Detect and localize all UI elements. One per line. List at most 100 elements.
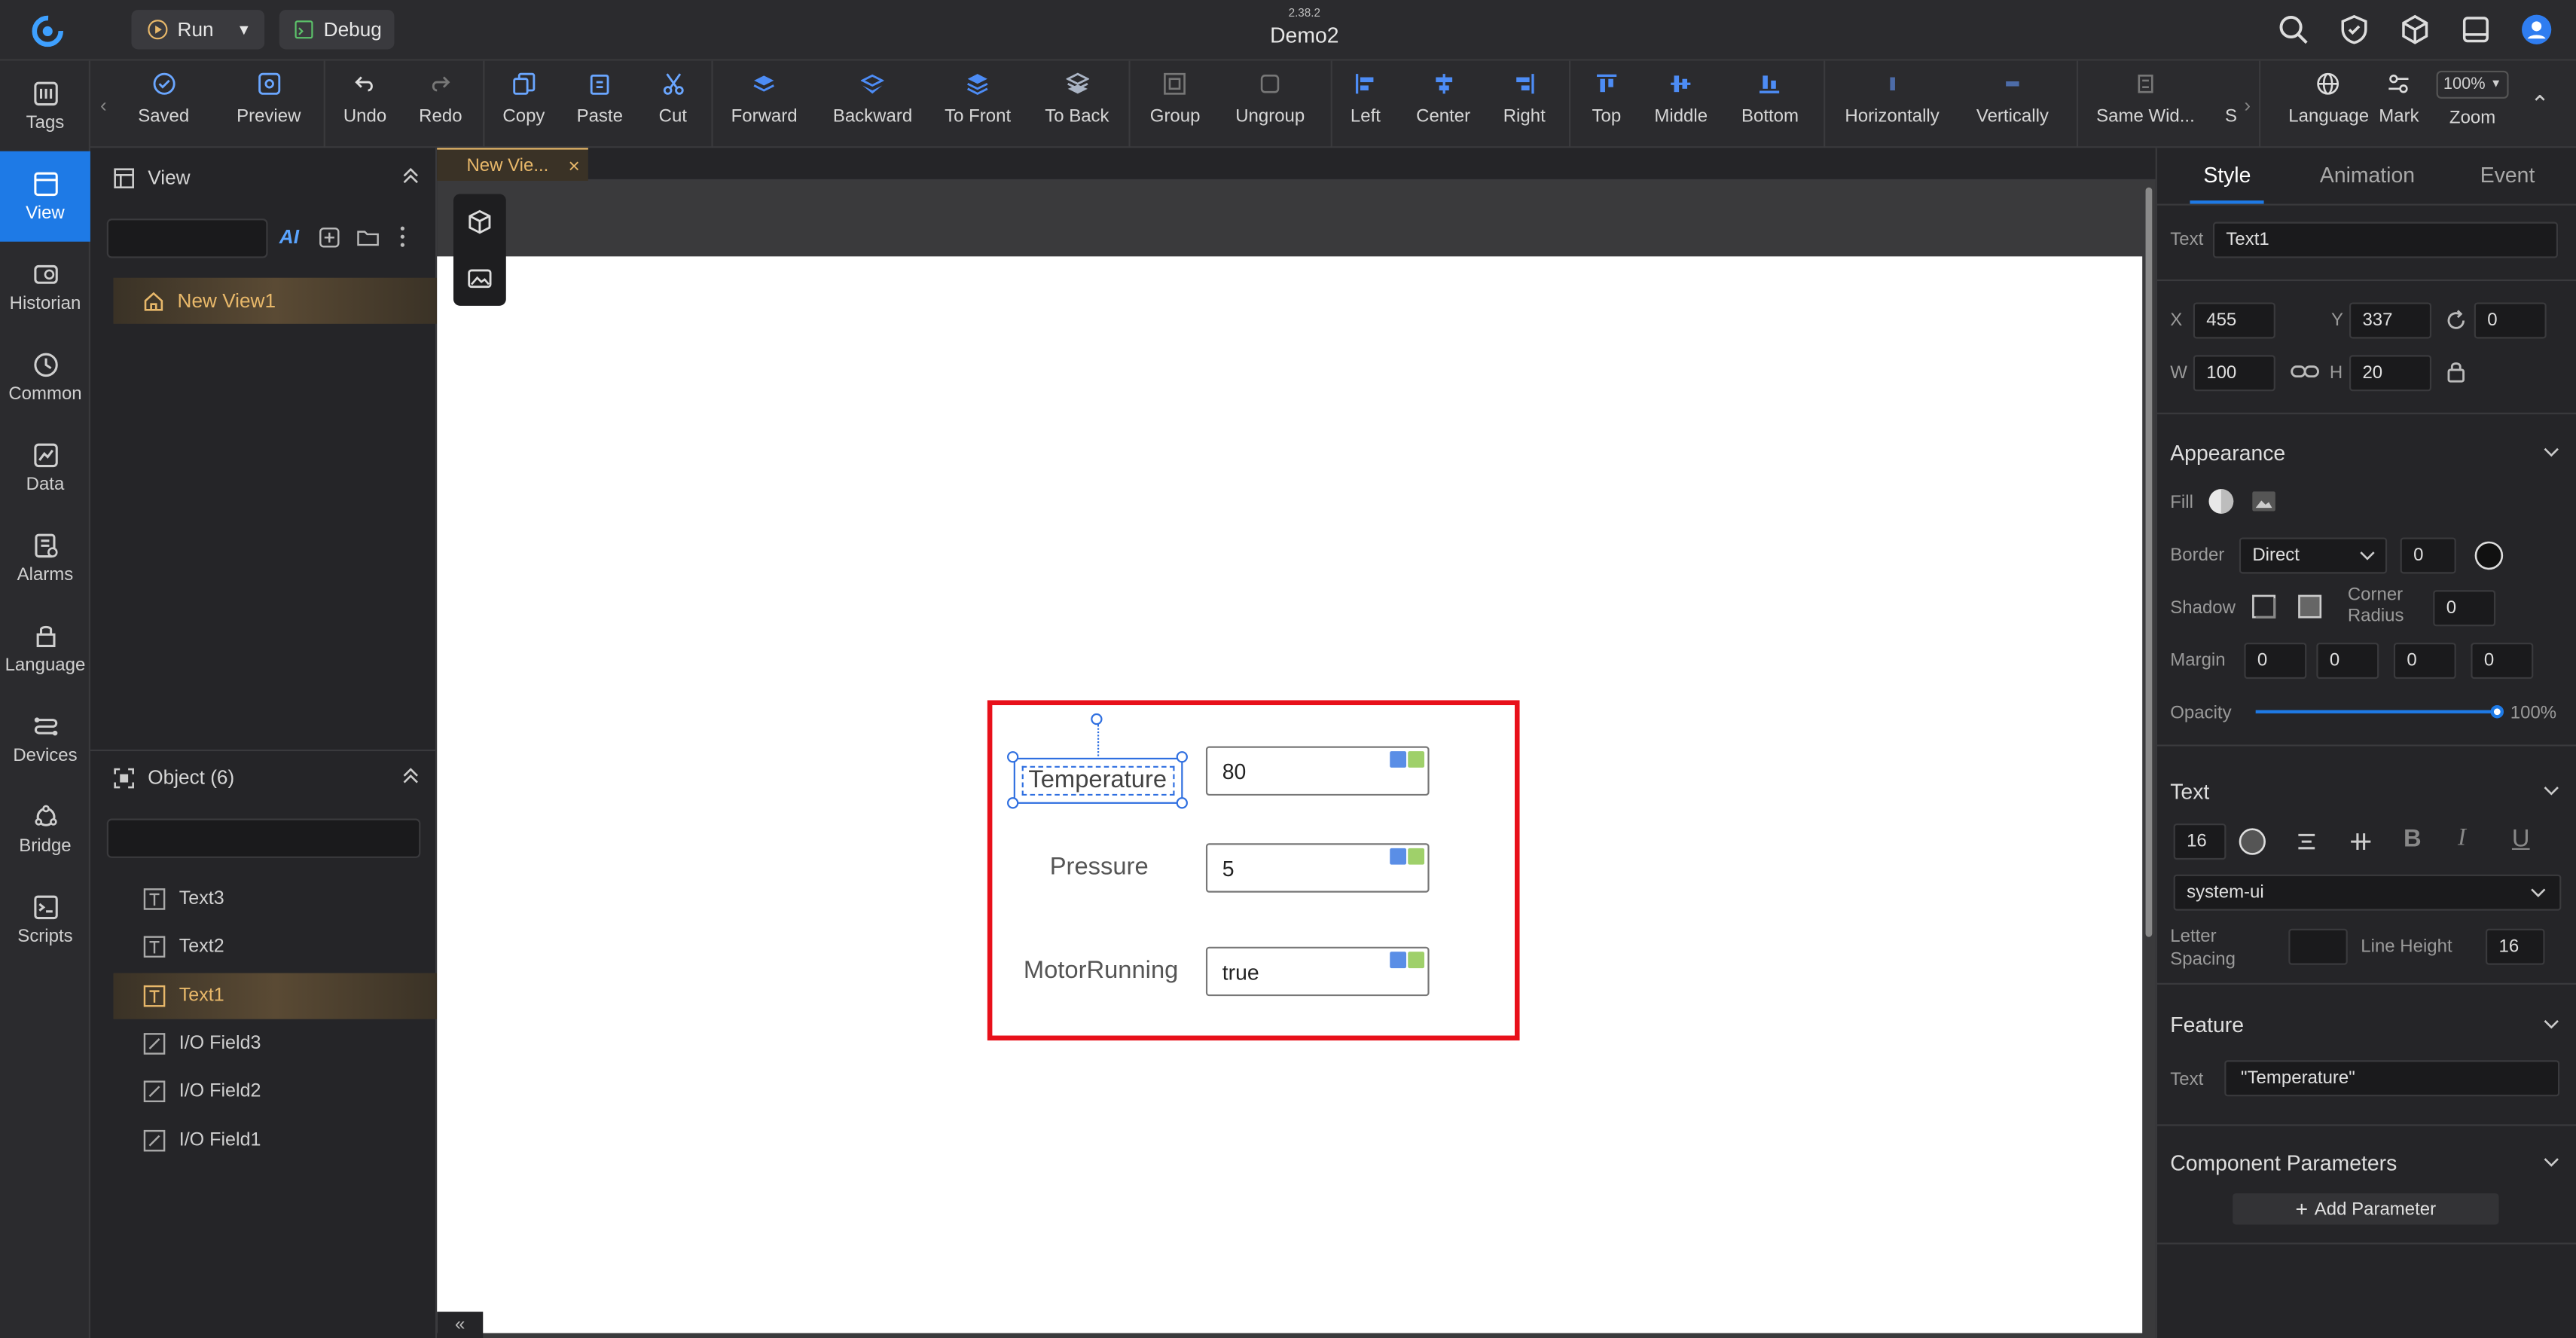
opacity-slider-handle[interactable]: [2490, 705, 2504, 719]
tree-item-new-view1[interactable]: New View1: [113, 277, 438, 324]
debug-button[interactable]: Debug: [279, 10, 395, 50]
rotation-input[interactable]: 0: [2474, 302, 2547, 339]
rail-item-tags[interactable]: Tags: [0, 61, 90, 151]
rail-item-alarms[interactable]: Alarms: [0, 513, 90, 603]
zoom-select[interactable]: 100% ▼: [2436, 70, 2509, 99]
toolbar-language[interactable]: Language: [2288, 71, 2369, 140]
add-view-icon[interactable]: [319, 227, 340, 248]
toolbar-align-right[interactable]: Right: [1503, 71, 1546, 140]
toolbar-align-left[interactable]: Left: [1351, 71, 1381, 140]
object-item-io-field1[interactable]: I/O Field1: [113, 1118, 437, 1164]
toolbar-saved[interactable]: Saved: [138, 71, 189, 140]
toolbar-group[interactable]: Group: [1150, 71, 1200, 140]
toolbar-distribute-vertically[interactable]: Vertically: [1976, 71, 2049, 140]
margin-bottom-input[interactable]: 0: [2393, 643, 2456, 680]
collapse-up-icon[interactable]: [401, 166, 420, 185]
chevron-down-icon[interactable]: ▼: [237, 21, 251, 38]
rail-item-view[interactable]: View: [0, 151, 90, 242]
toolbar-align-bottom[interactable]: Bottom: [1741, 71, 1799, 140]
collapse-toolbar-icon[interactable]: ⌃: [2529, 61, 2552, 148]
text-color-icon[interactable]: [2238, 826, 2267, 856]
toolbar-mark[interactable]: Mark: [2379, 71, 2419, 140]
tab-event[interactable]: Event: [2437, 148, 2576, 203]
vertical-scrollbar[interactable]: [2145, 187, 2153, 937]
fill-image-icon[interactable]: [2251, 488, 2277, 515]
toolbar-ungroup[interactable]: Ungroup: [1235, 71, 1305, 140]
toolbar-align-middle[interactable]: Middle: [1654, 71, 1708, 140]
object-item-io-field3[interactable]: I/O Field3: [113, 1021, 437, 1067]
toolbar-zoom[interactable]: 100% ▼ Zoom: [2436, 70, 2509, 140]
toolbar-align-center[interactable]: Center: [1416, 71, 1470, 140]
line-height-input[interactable]: 16: [2486, 928, 2545, 965]
shadow-inner-icon[interactable]: [2297, 594, 2323, 620]
label-motor-running[interactable]: MotorRunning: [1024, 957, 1179, 985]
resize-handle-tl[interactable]: [1007, 751, 1019, 763]
vertical-align-icon[interactable]: [2349, 830, 2373, 854]
text-name-input[interactable]: Text1: [2212, 221, 2559, 258]
close-icon[interactable]: ×: [569, 154, 580, 177]
object-item-text2[interactable]: Text2: [113, 924, 437, 970]
margin-top-input[interactable]: 0: [2244, 643, 2307, 680]
shield-icon[interactable]: [2338, 13, 2371, 46]
toolbar-align-top[interactable]: Top: [1592, 71, 1621, 140]
y-input[interactable]: 337: [2349, 302, 2432, 339]
chevron-down-icon[interactable]: [2543, 1019, 2559, 1029]
rail-item-devices[interactable]: Devices: [0, 694, 90, 784]
io-field-motor-running[interactable]: true: [1205, 946, 1430, 997]
object-item-text3[interactable]: Text3: [113, 876, 437, 922]
corner-radius-input[interactable]: 0: [2433, 590, 2496, 627]
toolbar-scroll-right-icon[interactable]: ›: [2236, 61, 2260, 148]
border-style-select[interactable]: Direct: [2239, 537, 2388, 574]
text-section-title[interactable]: Text: [2170, 779, 2209, 804]
user-avatar-icon[interactable]: [2520, 13, 2553, 46]
rail-item-data[interactable]: Data: [0, 423, 90, 513]
link-aspect-icon[interactable]: [2290, 363, 2319, 380]
object-item-io-field2[interactable]: I/O Field2: [113, 1068, 437, 1114]
chevron-down-icon[interactable]: [2543, 447, 2559, 457]
rail-item-language[interactable]: Language: [0, 603, 90, 694]
object-search-input[interactable]: [106, 818, 421, 858]
toolbar-to-back[interactable]: To Back: [1045, 71, 1109, 140]
cube-icon[interactable]: [2398, 13, 2431, 46]
rail-item-bridge[interactable]: Bridge: [0, 784, 90, 875]
x-input[interactable]: 455: [2193, 302, 2275, 339]
component-cube-icon[interactable]: [466, 209, 493, 235]
toolbar-paste[interactable]: Paste: [577, 71, 623, 140]
opacity-slider-track[interactable]: [2255, 710, 2499, 713]
collapse-up-icon[interactable]: [401, 766, 420, 786]
collapse-left-icon[interactable]: «: [437, 1312, 484, 1338]
design-stage[interactable]: Temperature 80 Pressure 5 MotorRunning t…: [437, 256, 2143, 1333]
feature-title[interactable]: Feature: [2170, 1013, 2244, 1037]
text-align-icon[interactable]: [2295, 830, 2318, 854]
io-field-pressure[interactable]: 5: [1205, 843, 1430, 893]
lock-icon[interactable]: [2446, 360, 2466, 383]
toolbar-preview[interactable]: Preview: [237, 71, 301, 140]
chevron-down-icon[interactable]: [2543, 786, 2559, 796]
tab-animation[interactable]: Animation: [2297, 148, 2437, 203]
toolbar-distribute-horizontally[interactable]: Horizontally: [1845, 71, 1940, 140]
toolbar-same-width[interactable]: Same Wid...: [2096, 71, 2195, 140]
add-parameter-button[interactable]: + Add Parameter: [2233, 1193, 2499, 1225]
ai-icon[interactable]: AI: [279, 225, 299, 249]
more-vertical-icon[interactable]: [398, 225, 407, 249]
border-color-icon[interactable]: [2474, 541, 2504, 570]
shadow-outer-icon[interactable]: [2251, 594, 2277, 620]
toolbar-copy[interactable]: Copy: [502, 71, 545, 140]
chevron-down-icon[interactable]: [2543, 1157, 2559, 1167]
object-item-text1[interactable]: Text1: [113, 973, 438, 1019]
h-input[interactable]: 20: [2349, 355, 2432, 392]
toolbar-redo[interactable]: Redo: [419, 71, 462, 140]
rail-item-historian[interactable]: Historian: [0, 242, 90, 332]
folder-icon[interactable]: [356, 227, 380, 248]
border-width-input[interactable]: 0: [2400, 537, 2456, 574]
w-input[interactable]: 100: [2193, 355, 2275, 392]
io-field-temperature[interactable]: 80: [1205, 746, 1430, 796]
toolbar-backward[interactable]: Backward: [833, 71, 912, 140]
margin-right-input[interactable]: 0: [2316, 643, 2379, 680]
tab-new-view[interactable]: New Vie... ×: [437, 148, 588, 182]
italic-icon[interactable]: I: [2458, 825, 2466, 853]
toolbar-scroll-left-icon[interactable]: ‹: [92, 61, 115, 148]
rotation-handle[interactable]: [1091, 713, 1103, 726]
label-pressure[interactable]: Pressure: [1050, 853, 1149, 881]
bold-icon[interactable]: B: [2404, 825, 2422, 853]
